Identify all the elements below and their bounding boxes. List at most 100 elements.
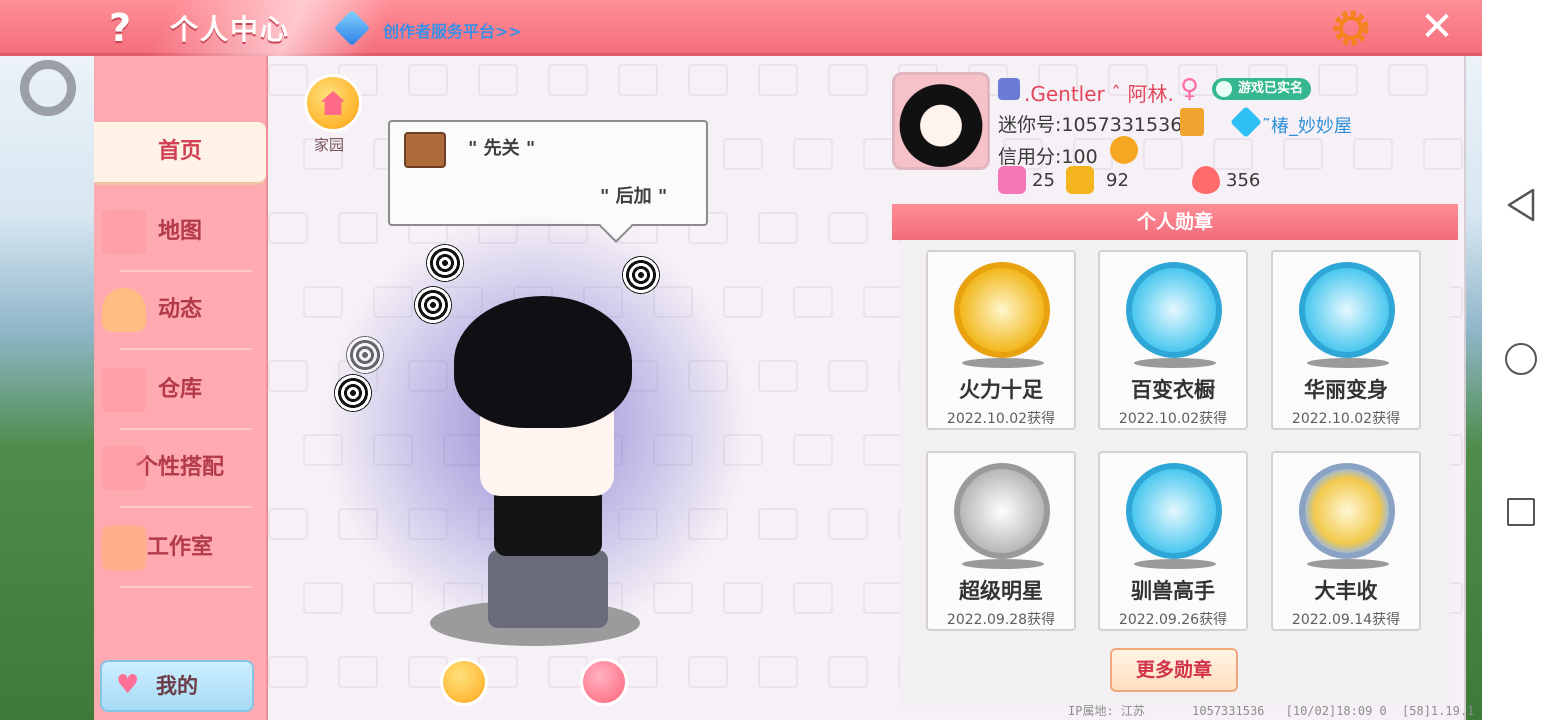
home-garden-button[interactable] — [304, 74, 362, 132]
stat-value: 25 — [1032, 170, 1055, 191]
medal-coin-icon — [1299, 262, 1395, 358]
pattern-tile — [303, 286, 343, 318]
medal-name: 百变衣橱 — [1131, 378, 1215, 402]
pattern-tile — [1318, 64, 1358, 96]
back-icon[interactable] — [1506, 188, 1536, 222]
pattern-tile — [793, 434, 833, 466]
pattern-tile — [1283, 138, 1323, 170]
pattern-tile — [758, 64, 798, 96]
avatar-legs — [488, 550, 608, 628]
medal-coin-icon — [1126, 463, 1222, 559]
pattern-tile — [268, 64, 308, 96]
medal-name: 超级明星 — [959, 579, 1043, 603]
box-icon — [102, 368, 146, 412]
edit-button[interactable] — [440, 658, 488, 706]
sidebar-item-outfit[interactable]: 个性搭配 — [94, 438, 266, 508]
sidebar-item-warehouse[interactable]: 仓库 — [94, 360, 266, 430]
sidebar-item-label: 工作室 — [146, 535, 213, 560]
pattern-tile — [828, 656, 868, 688]
system-nav-bar — [1482, 0, 1560, 720]
user-name: .Gentler ˆ 阿林. — [1024, 82, 1174, 106]
mine-button-label: 我的 — [156, 674, 198, 698]
medal-date: 2022.09.26获得 — [1118, 612, 1228, 628]
sidebar-item-label: 首页 — [157, 139, 202, 164]
pattern-tile — [688, 656, 728, 688]
gear-icon[interactable] — [1330, 7, 1372, 49]
pattern-tile — [863, 582, 903, 614]
pattern-tile — [828, 360, 868, 392]
divider — [120, 270, 252, 272]
medal-shadow — [1307, 358, 1389, 368]
divider — [120, 506, 252, 508]
pattern-tile — [793, 582, 833, 614]
sidebar-item-feed[interactable]: 动态 — [94, 280, 266, 350]
divider — [120, 348, 252, 350]
home-icon[interactable] — [1505, 343, 1537, 375]
page-title: 个人中心 — [170, 13, 291, 46]
mine-button[interactable]: ♥ 我的 — [100, 660, 254, 712]
pattern-tile — [618, 64, 658, 96]
sidebar-item-studio[interactable]: 工作室 — [94, 518, 266, 588]
divider — [120, 428, 252, 430]
footer-version: [58]1.19.1 — [1402, 704, 1475, 718]
avatar[interactable] — [892, 72, 990, 170]
medal-coin-icon — [1299, 463, 1395, 559]
vip-frame-icon — [998, 78, 1020, 100]
medal-date: 2022.09.14获得 — [1291, 612, 1401, 628]
medal-date: 2022.10.02获得 — [1118, 411, 1228, 427]
medal-card[interactable]: 超级明星 2022.09.28获得 — [926, 451, 1076, 631]
fire-icon — [1192, 166, 1220, 194]
more-medals-button[interactable]: 更多勋章 — [1110, 648, 1238, 692]
medal-name: 华丽变身 — [1304, 378, 1388, 402]
pattern-tile — [793, 286, 833, 318]
verified-badge: 游戏已实名 — [1212, 78, 1312, 100]
pattern-tile — [828, 212, 868, 244]
medal-name: 火力十足 — [959, 378, 1043, 402]
medal-card[interactable]: 驯兽高手 2022.09.26获得 — [1098, 451, 1248, 631]
pattern-tile — [863, 434, 903, 466]
pattern-tile — [268, 508, 308, 540]
medal-section-header: 个人勋章 — [892, 204, 1458, 240]
pattern-tile — [268, 656, 308, 688]
recent-apps-icon[interactable] — [1507, 498, 1535, 526]
pattern-tile — [548, 64, 588, 96]
footer-time: [10/02]18:09 0 — [1285, 704, 1387, 718]
close-button[interactable]: ✕ — [1416, 6, 1458, 48]
swirl-icon — [414, 286, 452, 324]
medal-date: 2022.09.28获得 — [946, 612, 1056, 628]
creator-platform-link[interactable]: 创作者服务平台>> — [383, 18, 522, 42]
lock-button[interactable] — [580, 658, 628, 706]
swirl-icon — [334, 374, 372, 412]
mini-id: 迷你号:1057331536 — [998, 114, 1183, 136]
pattern-tile — [1213, 138, 1253, 170]
help-button[interactable]: ? — [100, 6, 140, 50]
sidebar-item-label: 仓库 — [157, 377, 202, 402]
credit-person-icon[interactable] — [1110, 136, 1138, 164]
pattern-tile — [723, 138, 763, 170]
medal-card[interactable]: 火力十足 2022.10.02获得 — [926, 250, 1076, 430]
pattern-tile — [1388, 64, 1428, 96]
main-panel: 家园 " 先关 " " 后加 " .Gentler ˆ 阿林. ♀ 游戏已实名 … — [268, 56, 1474, 720]
pattern-tile — [758, 360, 798, 392]
swirl-icon — [426, 244, 464, 282]
medal-card[interactable]: 大丰收 2022.09.14获得 — [1271, 451, 1421, 631]
female-icon: ♀ — [1180, 74, 1200, 104]
medal-card[interactable]: 华丽变身 2022.10.02获得 — [1271, 250, 1421, 430]
copy-icon[interactable] — [1180, 108, 1204, 136]
bell-icon — [102, 288, 146, 332]
floating-assist-button[interactable] — [20, 60, 76, 116]
shirt-icon — [102, 446, 146, 490]
bubble-avatar-icon — [404, 132, 446, 168]
medal-shadow — [1307, 559, 1389, 569]
pattern-tile — [408, 64, 448, 96]
pattern-tile — [478, 64, 518, 96]
pattern-tile — [758, 656, 798, 688]
medal-name: 驯兽高手 — [1131, 579, 1215, 603]
medal-card[interactable]: 百变衣橱 2022.10.02获得 — [1098, 250, 1248, 430]
team-name-link[interactable]: ˜椿_妙妙屋 — [1262, 112, 1352, 138]
workshop-icon — [102, 526, 146, 570]
home-garden-label: 家园 — [314, 136, 345, 154]
sidebar-item-home[interactable]: 首页 — [94, 122, 266, 182]
sidebar-item-map[interactable]: 地图 — [94, 202, 266, 272]
footer-uid: 1057331536 — [1192, 704, 1265, 718]
